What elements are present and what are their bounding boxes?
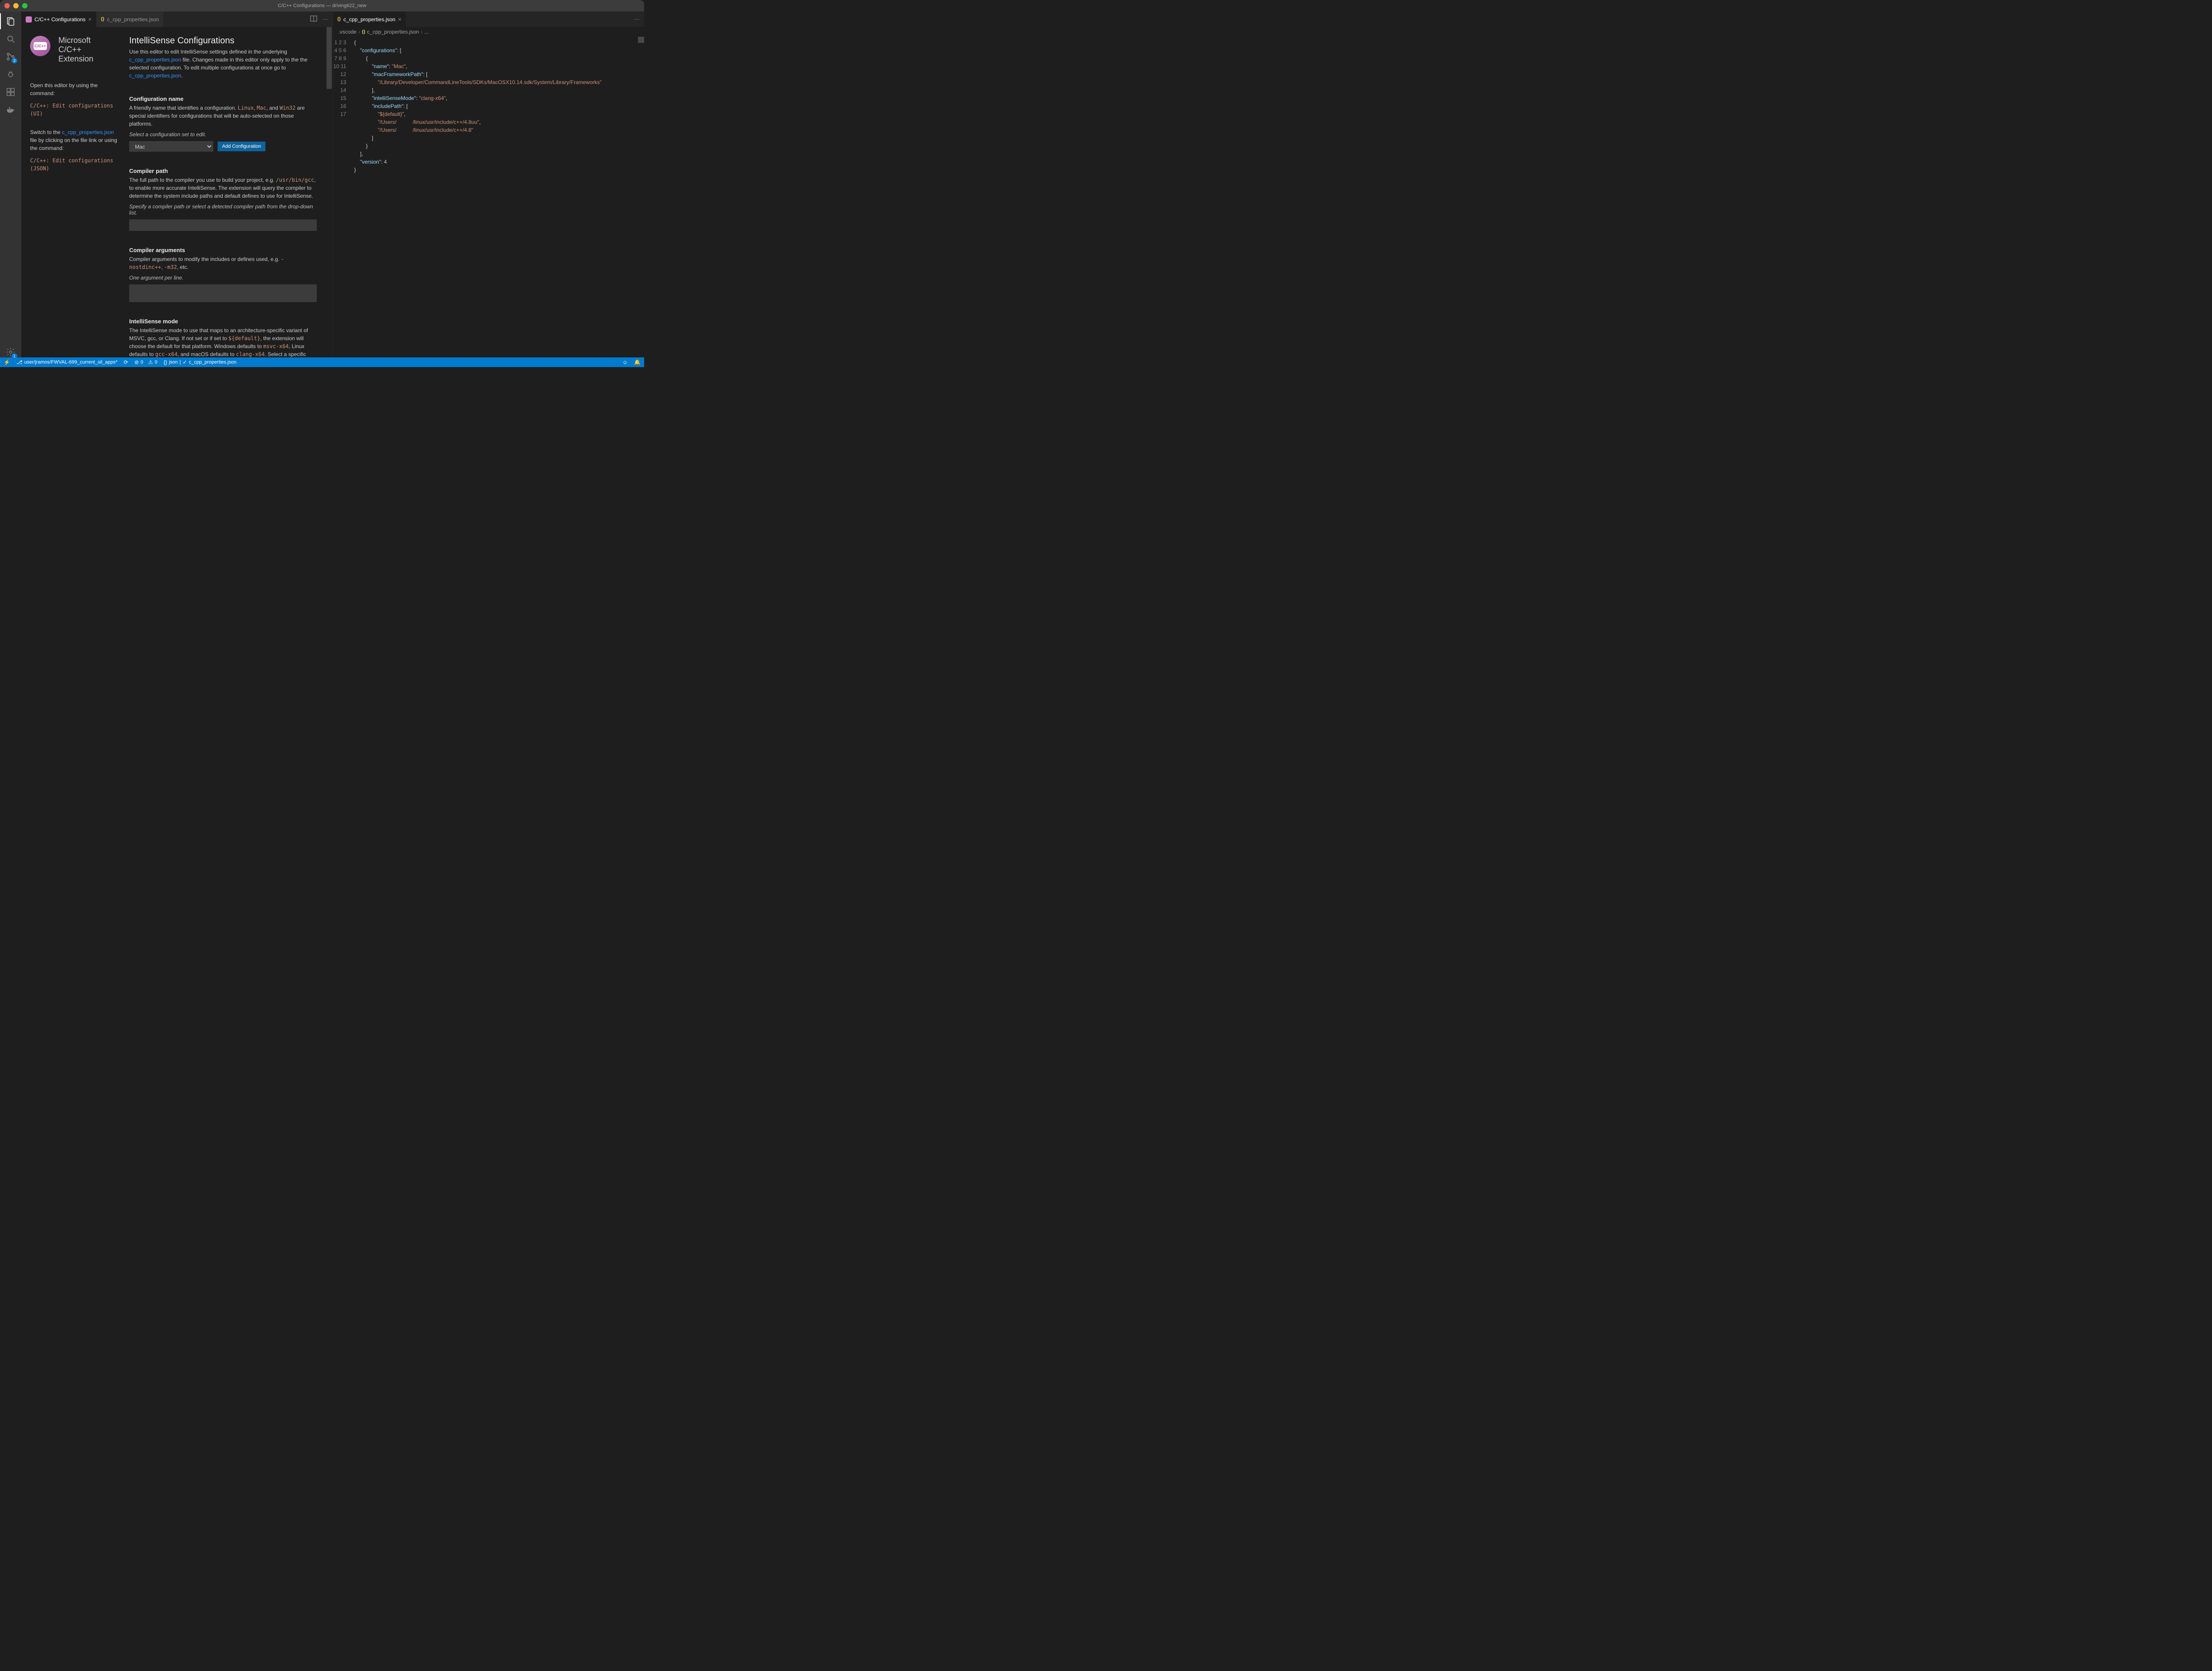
section-config-name: Configuration name A friendly name that … — [129, 96, 317, 152]
smiley-icon: ☺ — [622, 359, 628, 365]
brand-line2: C/C++ Extension — [58, 45, 119, 64]
docker-icon[interactable] — [5, 104, 16, 115]
editor-pane-right: {} c_cpp_properties.json × ⋯ .vscode › {… — [333, 11, 645, 357]
close-icon[interactable]: × — [398, 16, 402, 23]
intellisense-mode-desc: The IntelliSense mode to use that maps t… — [129, 326, 317, 357]
chevron-right-icon: › — [421, 29, 422, 35]
remote-icon: ⚡ — [4, 359, 10, 365]
scm-badge: 3 — [12, 58, 17, 63]
extensions-icon[interactable] — [5, 87, 16, 97]
more-actions-icon[interactable]: ⋯ — [323, 16, 328, 23]
debug-icon[interactable] — [5, 69, 16, 80]
config-ui-body: C/C++ Microsoft C/C++ Extension Open thi… — [21, 27, 333, 357]
config-name-heading: Configuration name — [129, 96, 317, 102]
compiler-args-hint: One argument per line. — [129, 275, 317, 281]
breadcrumb-item[interactable]: c_cpp_properties.json — [367, 29, 419, 35]
search-icon[interactable] — [5, 34, 16, 44]
breadcrumbs[interactable]: .vscode › {} c_cpp_properties.json › ... — [333, 27, 645, 37]
breadcrumb-item[interactable]: .vscode — [338, 29, 357, 35]
schema-icon: ✓ — [183, 359, 187, 365]
minimize-window-icon[interactable] — [13, 3, 19, 8]
close-icon[interactable]: × — [88, 16, 92, 23]
line-gutter: 1 2 3 4 5 6 7 8 9 10 11 12 13 14 15 16 1… — [333, 37, 351, 357]
json-icon: {} — [101, 17, 104, 22]
extension-logo: C/C++ — [30, 36, 50, 56]
tab-label: C/C++ Configurations — [35, 16, 85, 23]
cpp-icon — [26, 16, 32, 23]
explorer-icon[interactable] — [5, 16, 16, 27]
help-open-label: Open this editor by using the command: — [30, 81, 119, 97]
breadcrumb-item[interactable]: ... — [424, 29, 429, 35]
help-switch-cmd: C/C++: Edit configurations (JSON) — [30, 157, 119, 172]
split-editor-icon[interactable] — [310, 15, 317, 23]
help-switch: Switch to the c_cpp_properties.json file… — [30, 128, 119, 152]
config-name-hint: Select a configuration set to edit. — [129, 131, 317, 138]
section-compiler-args: Compiler arguments Compiler arguments to… — [129, 247, 317, 302]
json-icon: {} — [338, 17, 341, 22]
git-branch[interactable]: ⎇user/jramos/FWVAL-699_current_sil_apps* — [16, 359, 118, 365]
minimap[interactable] — [637, 37, 644, 357]
source-control-icon[interactable]: 3 — [5, 51, 16, 62]
sync-icon: ⟳ — [124, 359, 128, 365]
window-controls — [4, 3, 27, 8]
intellisense-mode-heading: IntelliSense mode — [129, 318, 317, 325]
config-main: IntelliSense Configurations Use this edi… — [129, 36, 324, 357]
more-actions-icon[interactable]: ⋯ — [634, 16, 640, 23]
compiler-path-input[interactable] — [129, 219, 317, 231]
bell-icon: 🔔 — [634, 359, 641, 365]
editor-pane-left: C/C++ Configurations × {} c_cpp_properti… — [21, 11, 333, 357]
problems[interactable]: ⊘0 ⚠0 — [134, 359, 157, 365]
scrollbar-thumb[interactable] — [326, 27, 332, 89]
language-mode[interactable]: {}json | ✓ c_cpp_properties.json — [164, 359, 237, 365]
branch-icon: ⎇ — [16, 359, 23, 365]
compiler-path-desc: The full path to the compiler you use to… — [129, 176, 317, 200]
error-icon: ⊘ — [134, 359, 139, 365]
config-name-desc: A friendly name that identifies a config… — [129, 104, 317, 128]
settings-gear-icon[interactable]: 1 — [5, 347, 16, 357]
compiler-path-hint: Specify a compiler path or select a dete… — [129, 203, 317, 216]
add-configuration-button[interactable]: Add Configuration — [218, 142, 265, 151]
code-editor[interactable]: 1 2 3 4 5 6 7 8 9 10 11 12 13 14 15 16 1… — [333, 37, 645, 357]
maximize-window-icon[interactable] — [22, 3, 27, 8]
settings-badge: 1 — [12, 353, 17, 359]
tab-label: c_cpp_properties.json — [343, 16, 395, 23]
chevron-right-icon: › — [358, 29, 360, 35]
titlebar: C/C++ Configurations — driving622_new — [0, 0, 644, 11]
page-title: IntelliSense Configurations — [129, 36, 317, 46]
tab-json-right[interactable]: {} c_cpp_properties.json × — [333, 11, 407, 27]
close-window-icon[interactable] — [4, 3, 10, 8]
compiler-args-heading: Compiler arguments — [129, 247, 317, 253]
config-select[interactable]: Mac — [129, 141, 213, 152]
tab-json-left[interactable]: {} c_cpp_properties.json — [96, 11, 164, 27]
section-intellisense-mode: IntelliSense mode The IntelliSense mode … — [129, 318, 317, 357]
sync-button[interactable]: ⟳ — [124, 359, 128, 365]
section-compiler-path: Compiler path The full path to the compi… — [129, 168, 317, 231]
config-sidebar: C/C++ Microsoft C/C++ Extension Open thi… — [30, 36, 119, 357]
remote-indicator[interactable]: ⚡ — [4, 359, 10, 365]
minimap-thumb[interactable] — [638, 37, 644, 43]
status-bar: ⚡ ⎇user/jramos/FWVAL-699_current_sil_app… — [0, 357, 644, 367]
compiler-args-desc: Compiler arguments to modify the include… — [129, 255, 317, 271]
page-desc: Use this editor to edit IntelliSense set… — [129, 48, 317, 80]
warning-icon: ⚠ — [148, 359, 153, 365]
json-link[interactable]: c_cpp_properties.json — [129, 73, 181, 79]
json-link[interactable]: c_cpp_properties.json — [129, 57, 181, 63]
brand-line1: Microsoft — [58, 36, 119, 45]
json-file-link[interactable]: c_cpp_properties.json — [62, 129, 114, 135]
compiler-path-heading: Compiler path — [129, 168, 317, 174]
tab-bar-left: C/C++ Configurations × {} c_cpp_properti… — [21, 11, 333, 27]
window-title: C/C++ Configurations — driving622_new — [278, 3, 366, 8]
json-icon: {} — [362, 30, 365, 34]
notifications-button[interactable]: 🔔 — [634, 359, 641, 365]
json-status-icon: {} — [164, 359, 167, 365]
tab-bar-right: {} c_cpp_properties.json × ⋯ — [333, 11, 645, 27]
code-lines[interactable]: { "configurations": [ { "name": "Mac", "… — [351, 37, 602, 357]
tab-cpp-config[interactable]: C/C++ Configurations × — [21, 11, 96, 27]
compiler-args-input[interactable] — [129, 284, 317, 302]
help-open-cmd: C/C++: Edit configurations (UI) — [30, 102, 119, 118]
activity-bar: 3 1 — [0, 11, 21, 357]
feedback-button[interactable]: ☺ — [622, 359, 628, 365]
tab-label: c_cpp_properties.json — [107, 16, 159, 23]
